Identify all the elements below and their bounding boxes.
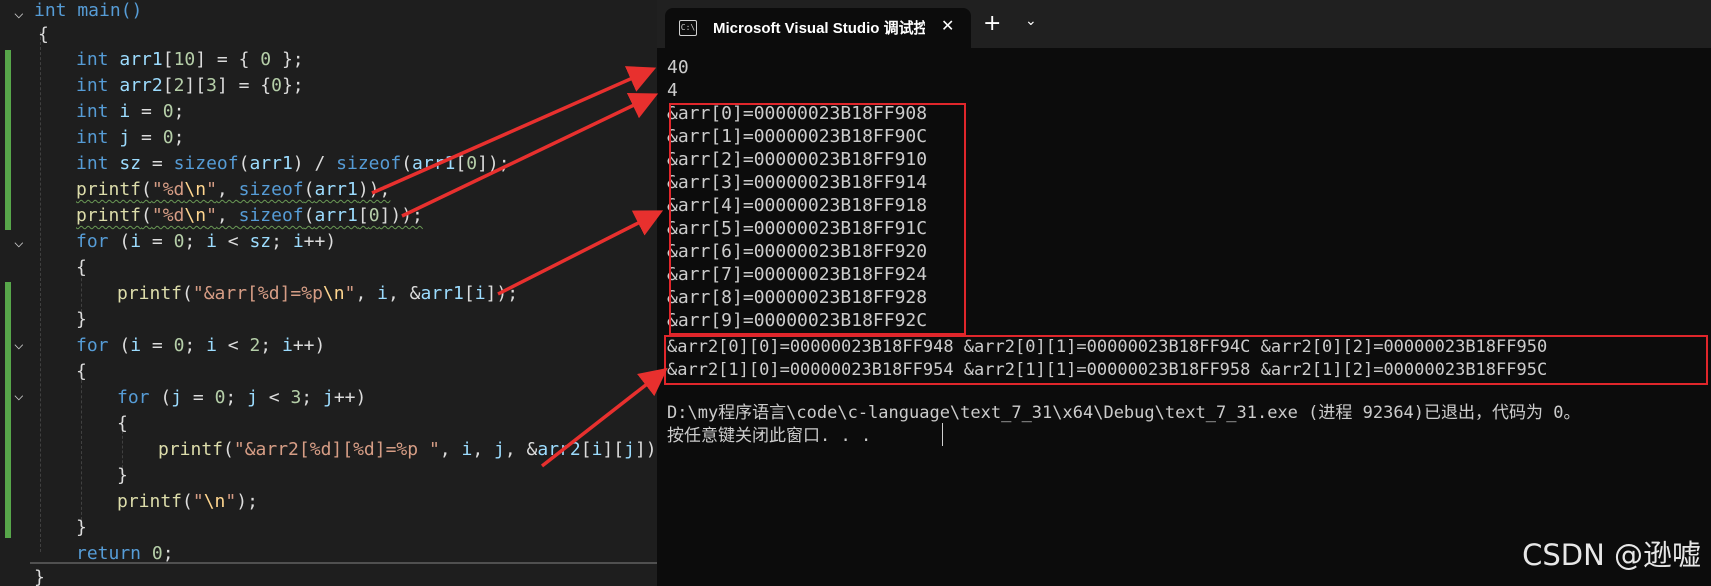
code-line: } — [76, 309, 87, 330]
annotation-box — [669, 103, 966, 335]
indent-guide — [81, 370, 82, 520]
code-line: } — [117, 465, 128, 486]
indent-guide — [40, 32, 41, 552]
code-line: printf("%d\n", sizeof(arr1[0])); — [76, 205, 423, 226]
code-line: int arr2[2][3] = {0}; — [76, 75, 304, 96]
code-line: for (i = 0; i < sz; i++) — [76, 231, 337, 252]
collapse-chevron-icon[interactable]: ⌵ — [14, 5, 30, 21]
output-line: D:\my程序语言\code\c-language\text_7_31\x64\… — [667, 403, 1581, 423]
terminal-icon: C:\ — [679, 20, 697, 36]
code-line: printf("\n"); — [117, 491, 258, 512]
code-line: int arr1[10] = { 0 }; — [76, 49, 304, 70]
title-bar[interactable]: C:\ Microsoft Visual Studio 调试控制台 ✕ + ⌄ — [657, 0, 1711, 48]
close-tab-icon[interactable]: ✕ — [941, 16, 954, 35]
collapse-chevron-icon[interactable]: ⌵ — [14, 234, 30, 250]
code-line: for (i = 0; i < 2; i++) — [76, 335, 326, 356]
code-line: int i = 0; — [76, 101, 185, 122]
code-line: } — [34, 567, 45, 586]
code-line: } — [76, 517, 87, 538]
change-marker — [5, 334, 11, 538]
tab-title: Microsoft Visual Studio 调试控制台 — [713, 20, 925, 37]
chevron-down-icon[interactable]: ⌄ — [1025, 13, 1037, 29]
code-line: { — [117, 413, 128, 434]
debug-console-window[interactable]: C:\ Microsoft Visual Studio 调试控制台 ✕ + ⌄ … — [657, 0, 1711, 586]
code-editor[interactable]: ⌵ ⌵ ⌵ ⌵ int main() { int arr1[10] = { 0 … — [0, 0, 657, 586]
output-line: 4 — [667, 80, 678, 101]
output-line: 40 — [667, 57, 689, 78]
code-line: for (j = 0; j < 3; j++) — [117, 387, 367, 408]
horizontal-scrollbar[interactable] — [30, 562, 657, 564]
code-line: { — [38, 24, 49, 45]
change-marker — [5, 50, 11, 230]
code-line: int sz = sizeof(arr1) / sizeof(arr1[0]); — [76, 153, 510, 174]
annotation-box — [664, 335, 1708, 385]
text-cursor — [942, 423, 943, 446]
code-line: int j = 0; — [76, 127, 185, 148]
console-tab[interactable]: C:\ Microsoft Visual Studio 调试控制台 ✕ — [665, 8, 971, 48]
code-line: int main() — [34, 0, 143, 21]
collapse-chevron-icon[interactable]: ⌵ — [14, 387, 30, 403]
code-line: printf("&arr2[%d][%d]=%p ", i, j, &arr2[… — [158, 439, 657, 460]
code-line: printf("&arr[%d]=%p\n", i, &arr1[i]); — [117, 283, 519, 304]
code-line: printf("%d\n", sizeof(arr1)); — [76, 179, 391, 200]
new-tab-icon[interactable]: + — [983, 12, 1001, 36]
collapse-chevron-icon[interactable]: ⌵ — [14, 336, 30, 352]
code-line: { — [76, 361, 87, 382]
code-line: { — [76, 257, 87, 278]
watermark: CSDN @逊嘘 — [1522, 538, 1701, 572]
output-line: 按任意键关闭此窗口. . . — [667, 426, 872, 446]
change-marker — [5, 282, 11, 334]
